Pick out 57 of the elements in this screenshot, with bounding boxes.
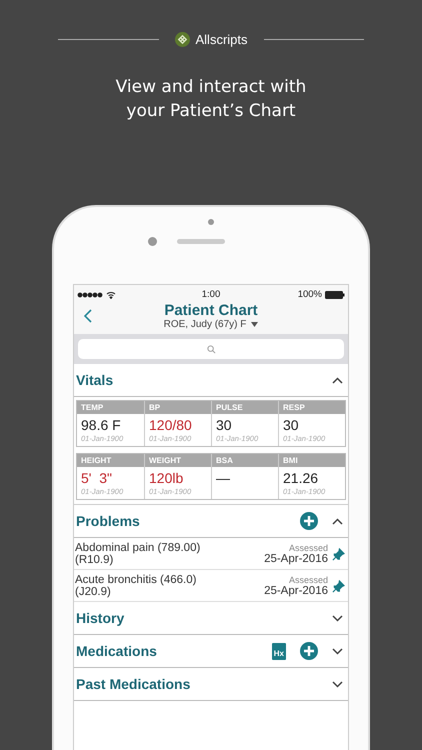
- camera-icon: [148, 237, 156, 246]
- screen-title: Patient Chart: [164, 302, 258, 319]
- vital-label: BP: [145, 401, 211, 414]
- problem-code: (J20.9): [75, 586, 112, 598]
- battery-level: 100%: [298, 289, 322, 300]
- vital-value: 5' 3": [80, 469, 113, 486]
- search-field[interactable]: [78, 339, 344, 359]
- chevron-icon[interactable]: [332, 518, 343, 524]
- vital-label: WEIGHT: [145, 454, 211, 467]
- vital-label: PULSE: [212, 401, 278, 414]
- vital-value: 30: [215, 416, 233, 433]
- vital-label: HEIGHT: [77, 454, 144, 467]
- vital-value: 120lb: [148, 469, 184, 486]
- chevron-icon[interactable]: [332, 614, 343, 622]
- search-icon: [206, 344, 216, 354]
- add-icon[interactable]: [300, 642, 318, 660]
- vital-label: TEMP: [77, 401, 144, 414]
- problem-status: Assessed: [288, 543, 328, 553]
- wifi-icon: [106, 290, 116, 298]
- vital-value: 120/80: [148, 416, 193, 433]
- problem-name: Acute bronchitis (466.0): [75, 574, 198, 586]
- vital-value: 30: [282, 416, 300, 433]
- logo-icon: [174, 32, 190, 47]
- section-title: Past Medications: [76, 676, 190, 692]
- vital-value: 98.6 F: [80, 416, 122, 433]
- camera-icon: [208, 219, 214, 225]
- add-icon[interactable]: [300, 512, 318, 530]
- vital-value: —: [215, 469, 231, 486]
- speaker-icon: [176, 239, 224, 244]
- vital-label: BSA: [212, 454, 278, 467]
- problem-date: 25-Apr-2016: [264, 585, 328, 597]
- signal-icon: [77, 292, 103, 298]
- section-title: History: [76, 610, 124, 626]
- problem-row[interactable]: Abdominal pain (789.00) (R10.9) Assessed 25-Apr-2016: [74, 538, 348, 570]
- caret-icon[interactable]: [251, 322, 258, 327]
- vital-label: BMI: [279, 454, 345, 467]
- section-title: Medications: [76, 643, 157, 659]
- vital-value: 21.26: [282, 469, 320, 486]
- problem-code: (R10.9): [75, 554, 114, 566]
- patient-name[interactable]: ROE, Judy (67y) F: [164, 319, 246, 330]
- brand-name: Allscripts: [196, 32, 248, 47]
- chevron-icon[interactable]: [332, 376, 343, 384]
- problem-name: Abdominal pain (789.00): [75, 542, 202, 554]
- section-title: Problems: [76, 513, 140, 529]
- headline: View and interact with your Patient’s Chart: [116, 76, 306, 123]
- status-time: 1:00: [202, 289, 220, 300]
- pin-icon[interactable]: [332, 548, 345, 560]
- problem-status: Assessed: [288, 575, 328, 585]
- section-title: Vitals: [76, 372, 114, 388]
- chevron-icon[interactable]: [332, 648, 343, 654]
- history-button[interactable]: Hx: [272, 642, 286, 660]
- problem-date: 25-Apr-2016: [264, 553, 328, 565]
- pin-icon[interactable]: [332, 580, 345, 592]
- battery-icon: [325, 290, 345, 298]
- vital-label: RESP: [279, 401, 345, 414]
- chevron-icon[interactable]: [332, 680, 343, 688]
- back-icon[interactable]: [84, 309, 92, 323]
